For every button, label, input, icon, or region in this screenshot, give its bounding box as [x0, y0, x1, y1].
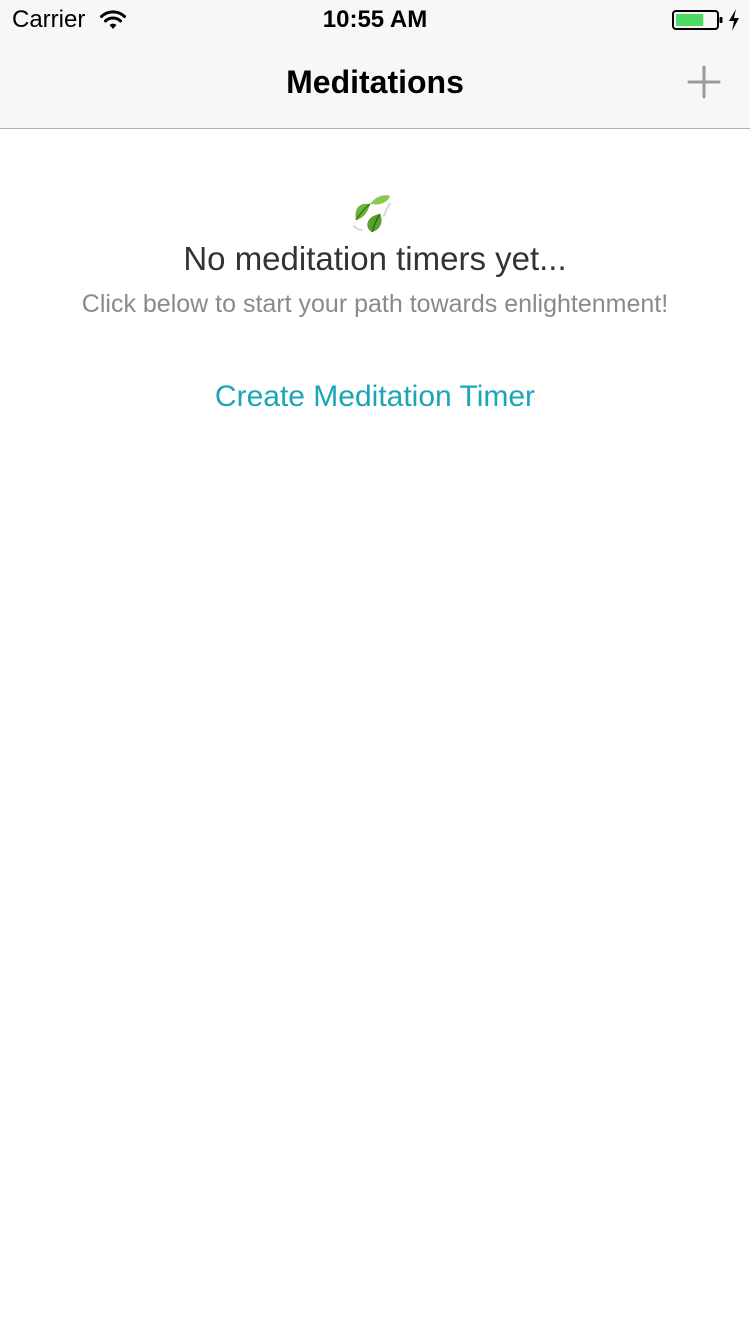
empty-state-title: No meditation timers yet... — [183, 240, 567, 277]
create-meditation-timer-button[interactable]: Create Meditation Timer — [0, 380, 750, 414]
status-time: 10:55 AM — [322, 6, 428, 33]
navigation-bar: Meditations — [0, 40, 750, 129]
meditations-screen: Carrier 10:55 AM Meditations No meditati… — [0, 0, 750, 1334]
leaf-icon — [353, 195, 391, 233]
plus-icon — [687, 65, 721, 99]
charging-icon — [729, 9, 739, 31]
add-timer-button[interactable] — [680, 58, 728, 106]
battery-icon — [672, 10, 723, 30]
page-title: Meditations — [286, 64, 464, 100]
status-bar: Carrier 10:55 AM — [0, 0, 750, 40]
empty-state-subtitle: Click below to start your path towards e… — [81, 290, 669, 318]
